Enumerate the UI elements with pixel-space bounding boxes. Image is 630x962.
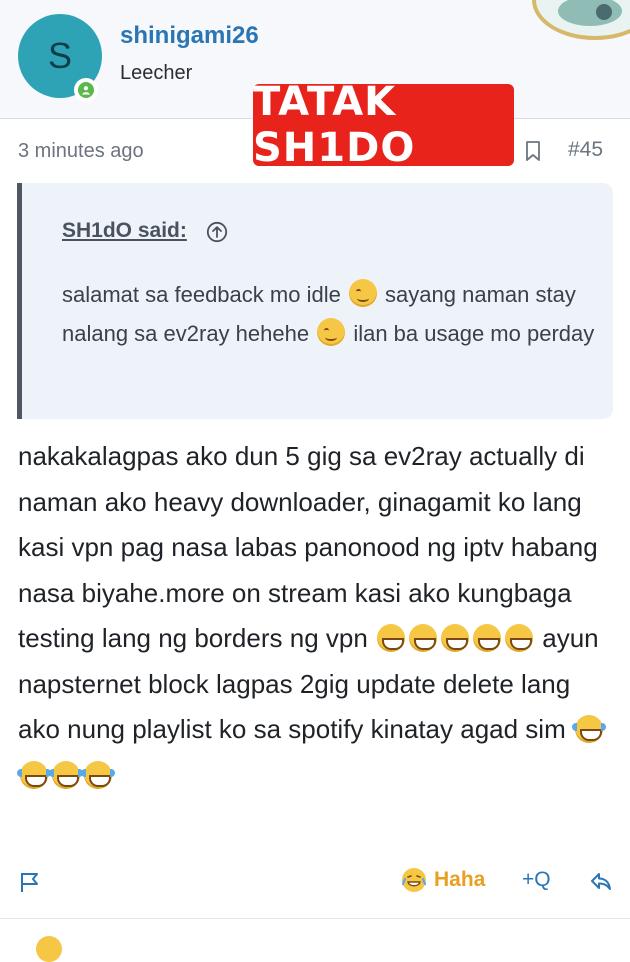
grinning-face-with-smiling-eyes-icon <box>473 624 502 652</box>
multi-quote-button[interactable]: +Q <box>522 868 551 892</box>
face-with-tears-of-joy-icon <box>571 715 606 743</box>
quote-jump-arrow-icon[interactable] <box>206 221 228 243</box>
post-divider <box>0 918 630 919</box>
bookmark-icon[interactable] <box>522 140 544 162</box>
avatar-letter: S <box>47 35 72 76</box>
reply-icon[interactable] <box>589 869 613 893</box>
next-post-emoji-peek <box>36 936 62 962</box>
grinning-face-with-smiling-eyes-icon <box>409 624 438 652</box>
quote-text: salamat sa feedback mo idle sayang naman… <box>62 275 602 353</box>
stamp-overlay: TATAK SH1DO <box>253 79 514 171</box>
online-status-icon <box>74 78 98 102</box>
quote-author-link[interactable]: SH1dO said: <box>62 219 187 243</box>
face-with-tears-of-joy-icon <box>17 760 51 789</box>
text-segment: salamat sa feedback mo idle <box>62 282 347 307</box>
report-flag-icon[interactable] <box>18 870 42 894</box>
text-segment: ilan ba usage mo perday <box>347 321 595 346</box>
grinning-face-with-smiling-eyes-icon <box>505 624 534 652</box>
text-segment: nakakalagpas ako dun 5 gig sa ev2ray act… <box>18 441 598 653</box>
post-timestamp[interactable]: 3 minutes ago <box>18 140 144 163</box>
reaction-label: Haha <box>434 868 486 891</box>
face-with-tears-of-joy-icon <box>49 760 83 789</box>
reaction-summary[interactable]: Haha <box>402 868 485 892</box>
grinning-face-with-smiling-eyes-icon <box>377 624 406 652</box>
user-title: Leecher <box>120 62 193 84</box>
post-body: nakakalagpas ako dun 5 gig sa ev2ray act… <box>17 434 618 798</box>
post-number[interactable]: #45 <box>568 138 603 162</box>
username-link[interactable]: shinigami26 <box>120 22 259 50</box>
face-with-tears-of-joy-icon <box>81 760 115 789</box>
quote-block: SH1dO said: salamat sa feedback mo idle … <box>17 183 613 419</box>
smiling-face-with-smiling-eyes-icon <box>348 279 377 307</box>
haha-reaction-icon <box>402 868 426 892</box>
smiling-face-with-smiling-eyes-icon <box>317 318 346 346</box>
grinning-face-with-smiling-eyes-icon <box>441 624 470 652</box>
